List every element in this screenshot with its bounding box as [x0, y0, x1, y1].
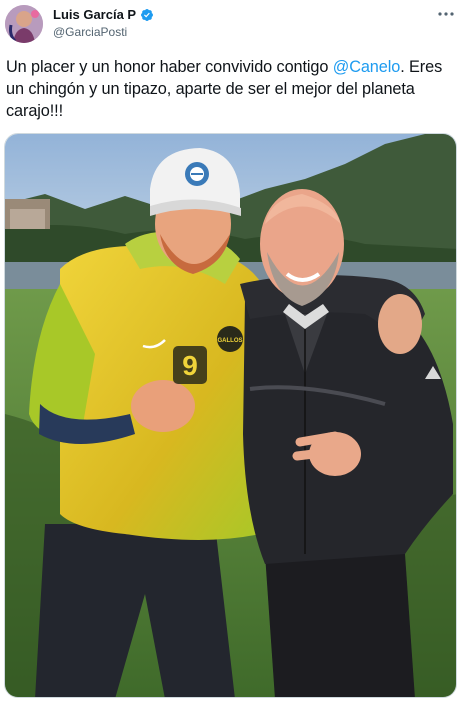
mention-link[interactable]: @Canelo	[333, 58, 401, 76]
verified-badge-icon	[140, 8, 154, 22]
tweet: Luis García P @GarciaPosti Un placer y u…	[0, 0, 467, 707]
display-name[interactable]: Luis García P	[53, 7, 136, 22]
author-handle[interactable]: @GarciaPosti	[53, 25, 127, 39]
avatar[interactable]	[5, 5, 43, 43]
chest-patch-text: GALLOS	[218, 338, 243, 344]
author-name-row[interactable]: Luis García P	[53, 7, 154, 22]
jersey-number: 9	[182, 350, 198, 381]
more-options-icon[interactable]	[435, 6, 457, 22]
tweet-text-start: Un placer y un honor haber convivido con…	[6, 58, 333, 76]
tweet-text: Un placer y un honor haber convivido con…	[6, 56, 461, 122]
tweet-photo[interactable]: 9 GALLOS	[4, 133, 457, 698]
